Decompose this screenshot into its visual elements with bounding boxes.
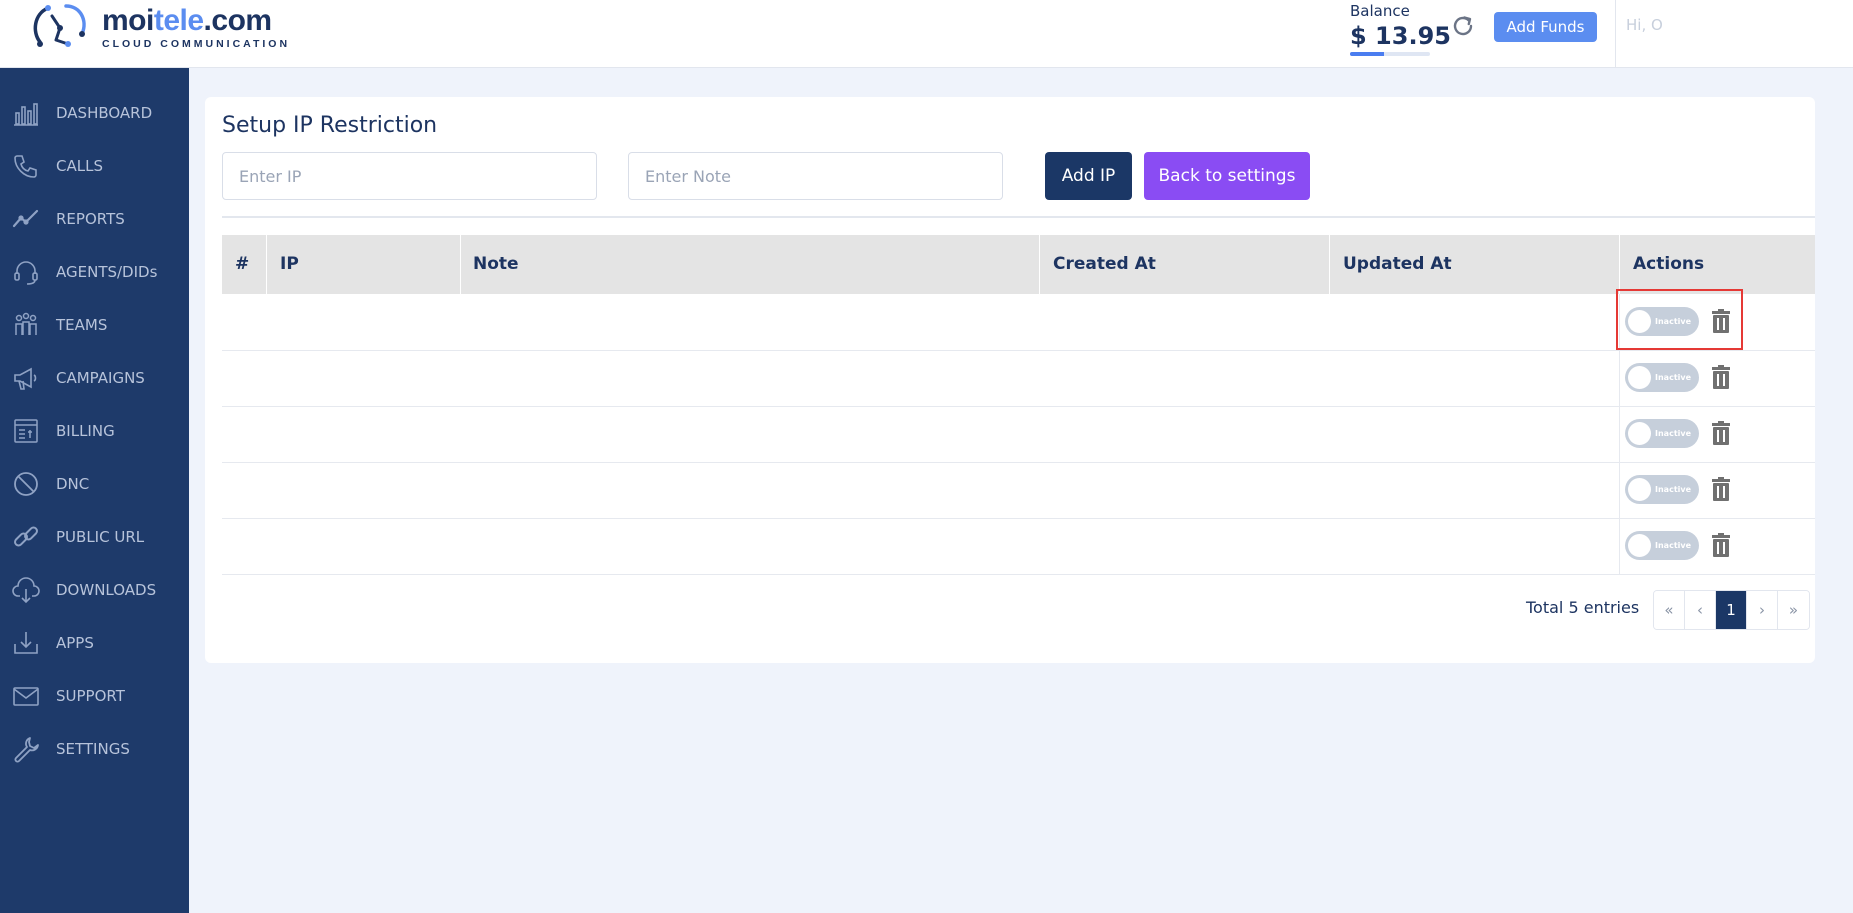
sidebar-item-teams[interactable]: TEAMS	[0, 303, 189, 347]
ip-input[interactable]	[222, 152, 597, 200]
toggle-status-label: Inactive	[1655, 541, 1692, 550]
toggle-status-label: Inactive	[1655, 429, 1692, 438]
delete-trash-icon[interactable]	[1710, 533, 1732, 557]
add-funds-button[interactable]: Add Funds	[1494, 12, 1597, 42]
sidebar-item-label: AGENTS/DIDs	[56, 263, 158, 281]
cloud-download-icon	[12, 577, 40, 604]
megaphone-icon	[14, 367, 37, 390]
sidebar-item-billing[interactable]: BILLING	[0, 409, 189, 453]
reports-trend-icon	[12, 209, 39, 228]
delete-trash-icon[interactable]	[1710, 421, 1732, 445]
sidebar-item-downloads[interactable]: DOWNLOADS	[0, 568, 189, 612]
header-divider	[1615, 0, 1616, 68]
toggle-knob	[1628, 366, 1651, 389]
column-header-ip: IP	[280, 254, 299, 274]
sidebar-item-label: DNC	[56, 475, 90, 493]
sidebar-item-apps[interactable]: APPS	[0, 621, 189, 665]
sidebar-item-label: PUBLIC URL	[56, 528, 145, 546]
form-divider	[222, 216, 1815, 218]
sidebar-item-campaigns[interactable]: CAMPAIGNS	[0, 356, 189, 400]
mail-icon	[13, 687, 39, 706]
sidebar-item-public-url[interactable]: PUBLIC URL	[0, 515, 189, 559]
sidebar-item-dashboard[interactable]: DASHBOARD	[0, 91, 189, 135]
toggle-status-label: Inactive	[1655, 485, 1692, 494]
brand-logo[interactable]: moitele.com CLOUD COMMUNICATION	[30, 2, 290, 54]
billing-icon	[14, 419, 38, 443]
pagination-last[interactable]: »	[1778, 591, 1809, 629]
link-icon	[14, 526, 38, 547]
balance-label: Balance	[1350, 2, 1410, 20]
toggle-knob	[1628, 422, 1651, 445]
table-header: # IP Note Created At Updated At Actions	[222, 235, 1815, 294]
row-divider	[222, 574, 1815, 575]
brand-tagline: CLOUD COMMUNICATION	[102, 38, 291, 50]
user-greeting[interactable]: Hi, O	[1626, 16, 1663, 34]
add-ip-button[interactable]: Add IP	[1045, 152, 1132, 200]
page-title: Setup IP Restriction	[222, 113, 438, 138]
total-entries: Total 5 entries	[1526, 598, 1640, 617]
brand-name: moitele.com	[102, 4, 272, 37]
sidebar-item-label: DOWNLOADS	[56, 581, 157, 599]
sidebar-item-label: SETTINGS	[56, 740, 130, 758]
sidebar: DASHBOARD CALLS REPORTS AGENTS/DIDs TEAM…	[0, 68, 189, 913]
sidebar-item-calls[interactable]: CALLS	[0, 144, 189, 188]
column-header-index: #	[235, 254, 250, 274]
sidebar-item-dnc[interactable]: DNC	[0, 462, 189, 506]
balance-widget: Balance $ 13.95	[1350, 2, 1451, 56]
row-divider	[222, 406, 1815, 407]
pagination-first[interactable]: «	[1654, 591, 1685, 629]
phone-icon	[14, 155, 37, 178]
row-divider	[222, 350, 1815, 351]
status-toggle[interactable]: Inactive	[1625, 363, 1699, 392]
sidebar-item-label: APPS	[56, 634, 94, 652]
balance-value: $ 13.95	[1350, 22, 1451, 50]
status-toggle[interactable]: Inactive	[1625, 531, 1699, 560]
logo-mark-icon	[33, 4, 86, 47]
pagination-next[interactable]: ›	[1747, 591, 1778, 629]
sidebar-item-reports[interactable]: REPORTS	[0, 197, 189, 241]
block-icon	[14, 472, 38, 496]
highlight-box	[1616, 289, 1743, 350]
column-header-note: Note	[473, 254, 519, 274]
sidebar-item-support[interactable]: SUPPORT	[0, 674, 189, 718]
column-header-updated-at: Updated At	[1343, 254, 1452, 274]
sidebar-item-label: REPORTS	[56, 210, 125, 228]
balance-progress	[1350, 52, 1430, 56]
team-icon	[15, 312, 37, 335]
sidebar-item-label: SUPPORT	[56, 687, 125, 705]
pagination-page-1[interactable]: 1	[1716, 591, 1747, 629]
sidebar-item-settings[interactable]: SETTINGS	[0, 727, 189, 771]
sidebar-item-label: TEAMS	[56, 316, 108, 334]
note-input[interactable]	[628, 152, 1003, 200]
delete-trash-icon[interactable]	[1710, 477, 1732, 501]
status-toggle[interactable]: Inactive	[1625, 419, 1699, 448]
row-divider	[222, 518, 1815, 519]
sidebar-item-label: BILLING	[56, 422, 115, 440]
sidebar-item-label: DASHBOARD	[56, 104, 153, 122]
sidebar-item-label: CAMPAIGNS	[56, 369, 145, 387]
refresh-icon[interactable]	[1450, 13, 1476, 39]
toggle-status-label: Inactive	[1655, 373, 1692, 382]
headset-icon	[14, 261, 38, 285]
status-toggle[interactable]: Inactive	[1625, 475, 1699, 504]
back-to-settings-button[interactable]: Back to settings	[1144, 152, 1310, 200]
sidebar-item-agents[interactable]: AGENTS/DIDs	[0, 250, 189, 294]
wrench-icon	[14, 737, 39, 763]
toggle-knob	[1628, 534, 1651, 557]
column-header-actions: Actions	[1633, 254, 1705, 274]
row-divider	[222, 462, 1815, 463]
column-header-created-at: Created At	[1053, 254, 1156, 274]
dashboard-chart-icon	[14, 103, 38, 126]
toggle-knob	[1628, 478, 1651, 501]
delete-trash-icon[interactable]	[1710, 365, 1732, 389]
balance-progress-fill	[1350, 52, 1384, 56]
pagination-prev[interactable]: ‹	[1685, 591, 1716, 629]
pagination: « ‹ 1 › »	[1653, 590, 1810, 630]
top-header: moitele.com CLOUD COMMUNICATION Balance …	[0, 0, 1853, 68]
sidebar-item-label: CALLS	[56, 157, 103, 175]
apps-download-icon	[14, 632, 38, 654]
